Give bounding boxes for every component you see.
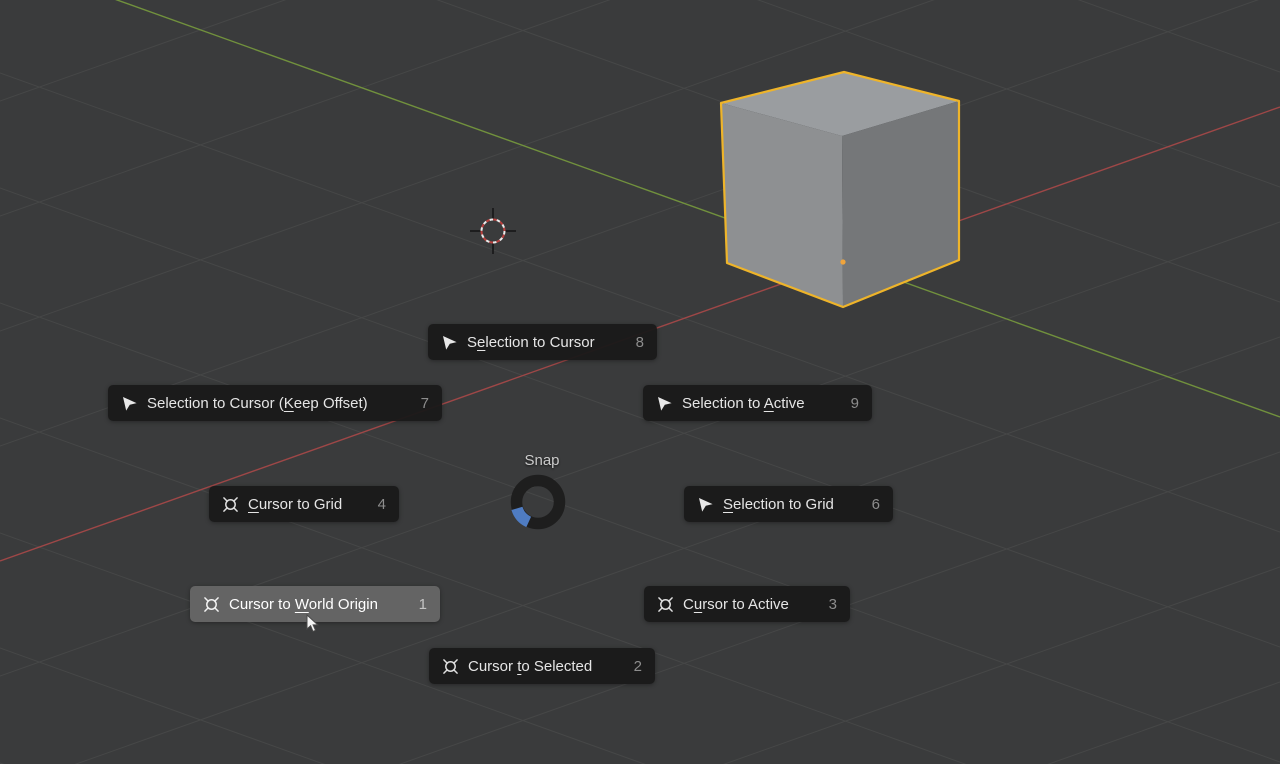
pie-item-shortcut: 9 [850,394,859,412]
3d-cursor [470,208,516,254]
pie-item-selection-to-cursor[interactable]: Selection to Cursor 8 [428,324,657,360]
pie-item-label: Cursor to Grid [248,495,343,513]
pie-item-cursor-to-selected[interactable]: Cursor to Selected 2 [429,648,655,684]
pointer-icon [443,335,457,350]
blender-3d-viewport[interactable]: Snap Selection to Cursor 8 Selection to … [0,0,1280,764]
pie-menu-center-ring [510,474,566,530]
pie-item-shortcut: 2 [633,657,642,675]
pie-item-shortcut: 1 [418,595,427,613]
cursor-3d-icon [658,596,673,612]
cursor-3d-icon [443,658,458,674]
pie-item-label: Cursor to Selected [468,657,593,675]
cube-right-face [842,101,959,307]
cursor-3d-icon [223,496,238,512]
pie-item-cursor-to-grid[interactable]: Cursor to Grid 4 [209,486,399,522]
pointer-icon [658,396,672,411]
mouse-pointer-icon [306,614,320,633]
pie-item-label: Selection to Cursor (Keep Offset) [147,394,368,412]
pie-item-shortcut: 6 [871,495,880,513]
pie-item-shortcut: 7 [420,394,429,412]
pie-menu-title: Snap [524,452,560,469]
pie-item-label: Selection to Grid [723,495,834,513]
pie-item-shortcut: 8 [635,333,644,351]
pie-item-shortcut: 3 [828,595,837,613]
pie-direction-indicator [511,506,532,528]
pie-item-label: Selection to Active [682,394,805,412]
object-origin-dot [840,259,846,265]
pie-item-label: Cursor to Active [683,595,789,613]
cube-left-face [721,103,843,307]
cursor-3d-icon [204,596,219,612]
pie-item-cursor-to-active[interactable]: Cursor to Active 3 [644,586,850,622]
pie-item-selection-to-active[interactable]: Selection to Active 9 [643,385,872,421]
pie-item-shortcut: 4 [377,495,386,513]
pie-item-selection-to-cursor-keep-offset[interactable]: Selection to Cursor (Keep Offset) 7 [108,385,442,421]
pointer-icon [699,497,713,512]
pie-item-label: Cursor to World Origin [229,595,378,613]
pie-item-label: Selection to Cursor [467,333,595,351]
pie-item-selection-to-grid[interactable]: Selection to Grid 6 [684,486,893,522]
cube-object[interactable] [719,70,961,309]
pointer-icon [123,396,137,411]
